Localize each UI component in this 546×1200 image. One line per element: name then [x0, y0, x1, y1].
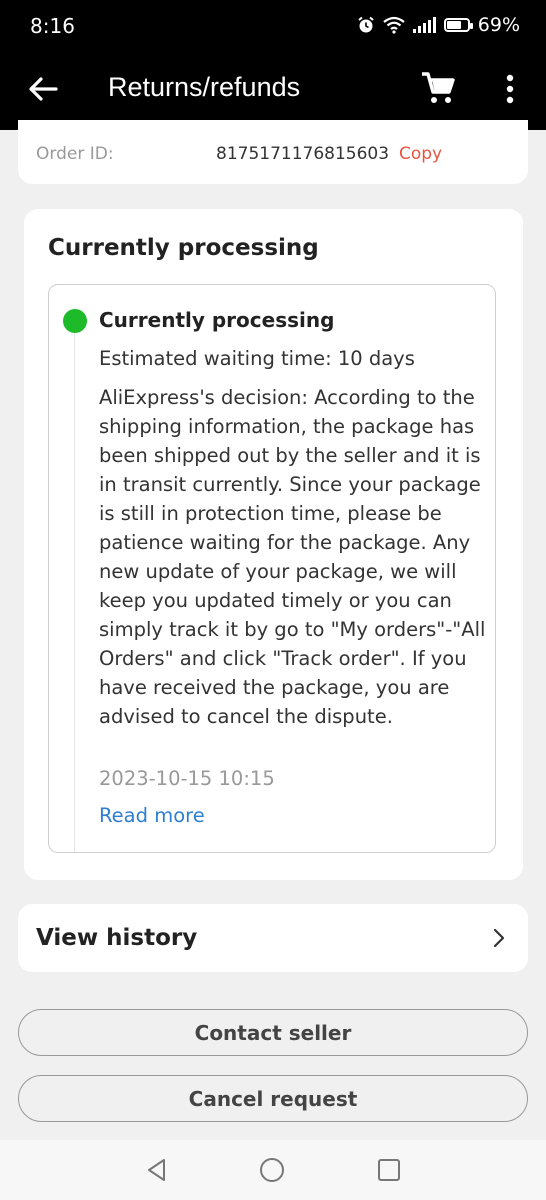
order-id-label: Order ID: [36, 144, 114, 164]
status-date: 2023-10-15 10:15 [99, 767, 275, 790]
nav-back-icon[interactable] [144, 1157, 170, 1183]
app-bar: Returns/refunds [0, 54, 546, 130]
read-more-link[interactable]: Read more [99, 804, 205, 827]
contact-seller-button[interactable]: Contact seller [18, 1009, 528, 1056]
order-info-card: Order ID: 8175171176815603 Copy [18, 120, 528, 184]
back-arrow-icon[interactable] [26, 72, 60, 106]
processing-heading: Currently processing [48, 235, 319, 261]
copy-order-id-link[interactable]: Copy [399, 144, 442, 164]
status-time: 8:16 [30, 14, 75, 38]
processing-card: Currently processing Currently processin… [24, 209, 523, 880]
view-history-row[interactable]: View history [18, 904, 528, 972]
timeline-line [74, 327, 75, 852]
cancel-request-button[interactable]: Cancel request [18, 1075, 528, 1122]
system-nav-bar [0, 1140, 546, 1200]
decision-text: AliExpress's decision: According to the … [99, 386, 486, 728]
status-dot-icon [63, 309, 87, 333]
waiting-time-text: Estimated waiting time: 10 days [99, 347, 415, 370]
status-timeline: Currently processing Estimated waiting t… [48, 284, 496, 853]
signal-icon [412, 17, 436, 33]
wifi-icon [383, 16, 405, 34]
battery-percent: 69% [477, 14, 520, 36]
status-title: Currently processing [99, 308, 335, 332]
page-title: Returns/refunds [108, 72, 301, 102]
cart-icon[interactable] [420, 70, 456, 106]
battery-icon [443, 18, 473, 32]
nav-home-icon[interactable] [259, 1157, 285, 1183]
status-bar: 8:16 69% [0, 0, 546, 54]
status-icons: 69% [357, 14, 520, 36]
view-history-label: View history [36, 925, 198, 951]
alarm-icon [358, 16, 374, 33]
order-id-value: 8175171176815603 [216, 144, 390, 164]
chevron-right-icon [493, 928, 505, 948]
nav-recents-icon[interactable] [376, 1157, 402, 1183]
more-vert-icon[interactable] [498, 72, 522, 106]
